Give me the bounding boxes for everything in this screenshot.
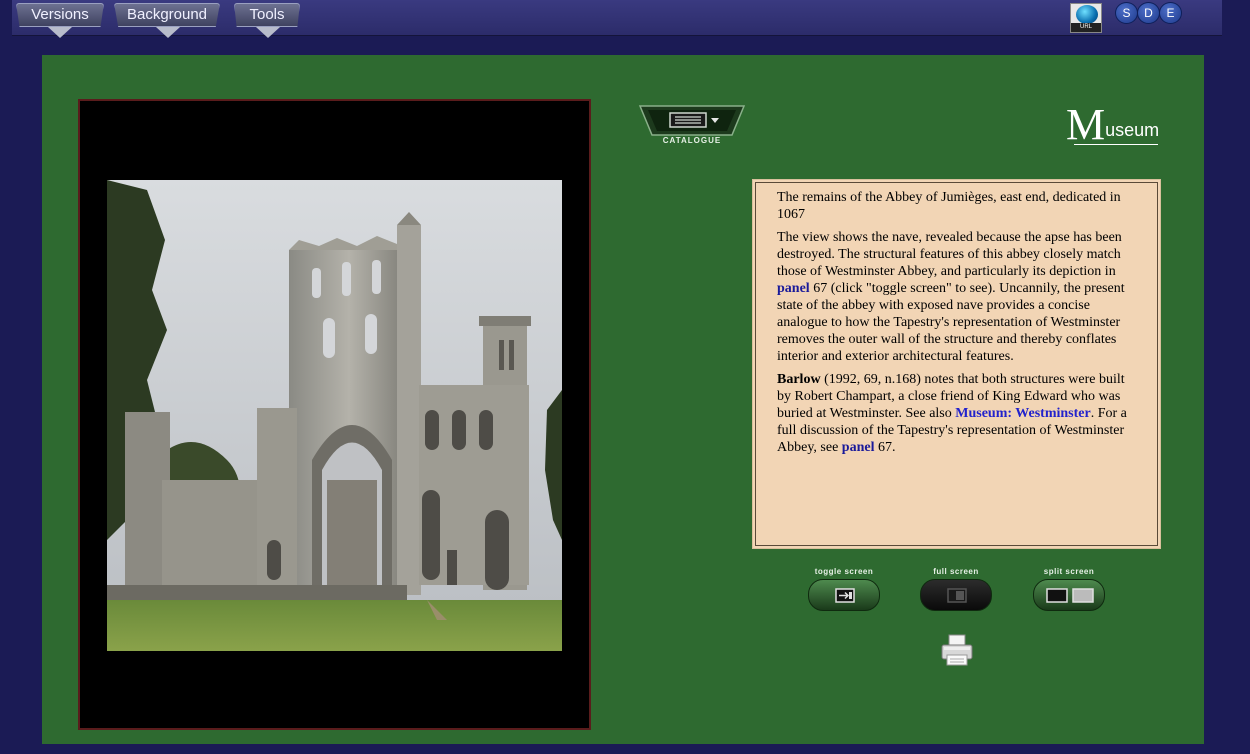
url-button[interactable]: URL	[1070, 3, 1102, 33]
abbey-photo	[107, 180, 562, 651]
museum-logo-underline	[1074, 144, 1158, 145]
barlow-author: Barlow	[777, 372, 821, 387]
split-screen-button[interactable]	[1033, 579, 1105, 611]
full-screen-icon	[947, 588, 967, 603]
background-dropdown-arrow-icon[interactable]	[156, 27, 180, 38]
catalogue-label: CATALOGUE	[662, 136, 722, 145]
background-menu[interactable]: Background	[114, 3, 220, 27]
abbey-illustration	[107, 180, 562, 651]
full-screen-label: full screen	[933, 567, 979, 576]
barlow-paragraph: Barlow (1992, 69, n.168) notes that both…	[777, 371, 1136, 456]
museum-logo[interactable]: Museum	[1066, 103, 1166, 147]
language-e-button[interactable]: E	[1159, 2, 1182, 24]
description-box: The remains of the Abbey of Jumièges, ea…	[752, 179, 1161, 549]
panel-link-1[interactable]: panel	[777, 281, 810, 296]
panel-link-2[interactable]: panel	[842, 440, 875, 455]
language-d-button[interactable]: D	[1137, 2, 1160, 24]
image-frame	[78, 99, 591, 730]
toggle-screen-label: toggle screen	[814, 567, 874, 576]
barlow-text-3: 67.	[874, 440, 896, 455]
toggle-screen-icon	[835, 588, 855, 603]
museum-westminster-link[interactable]: Museum: Westminster	[955, 406, 1090, 421]
toggle-screen-control: toggle screen	[807, 567, 881, 613]
museum-logo-initial: M	[1066, 100, 1106, 149]
split-screen-icon	[1046, 588, 1094, 603]
language-s-button[interactable]: S	[1115, 2, 1138, 24]
full-screen-control: full screen	[919, 567, 993, 613]
split-screen-label: split screen	[1043, 567, 1095, 576]
versions-menu[interactable]: Versions	[16, 3, 104, 27]
toggle-screen-button[interactable]	[808, 579, 880, 611]
tools-menu[interactable]: Tools	[234, 3, 300, 27]
catalogue-button[interactable]: CATALOGUE	[638, 104, 746, 148]
url-label: URL	[1071, 23, 1101, 32]
globe-icon	[1076, 5, 1098, 24]
description-paragraph: The view shows the nave, revealed becaus…	[777, 229, 1136, 365]
description-text-1: The view shows the nave, revealed becaus…	[777, 230, 1122, 279]
top-toolbar: Versions Background Tools URL S D E	[12, 0, 1222, 38]
description-text-2: 67 (click "toggle screen" to see). Uncan…	[777, 281, 1125, 364]
catalogue-icon	[638, 105, 746, 136]
versions-dropdown-arrow-icon[interactable]	[48, 27, 72, 38]
printer-icon	[941, 634, 973, 666]
full-screen-button[interactable]	[920, 579, 992, 611]
split-screen-control: split screen	[1032, 567, 1106, 613]
print-button[interactable]	[940, 633, 974, 667]
main-panel: CATALOGUE Museum The remains of the Abbe…	[42, 55, 1204, 744]
caption-paragraph: The remains of the Abbey of Jumièges, ea…	[777, 190, 1121, 222]
tools-dropdown-arrow-icon[interactable]	[256, 27, 280, 38]
museum-logo-text: useum	[1105, 120, 1160, 140]
